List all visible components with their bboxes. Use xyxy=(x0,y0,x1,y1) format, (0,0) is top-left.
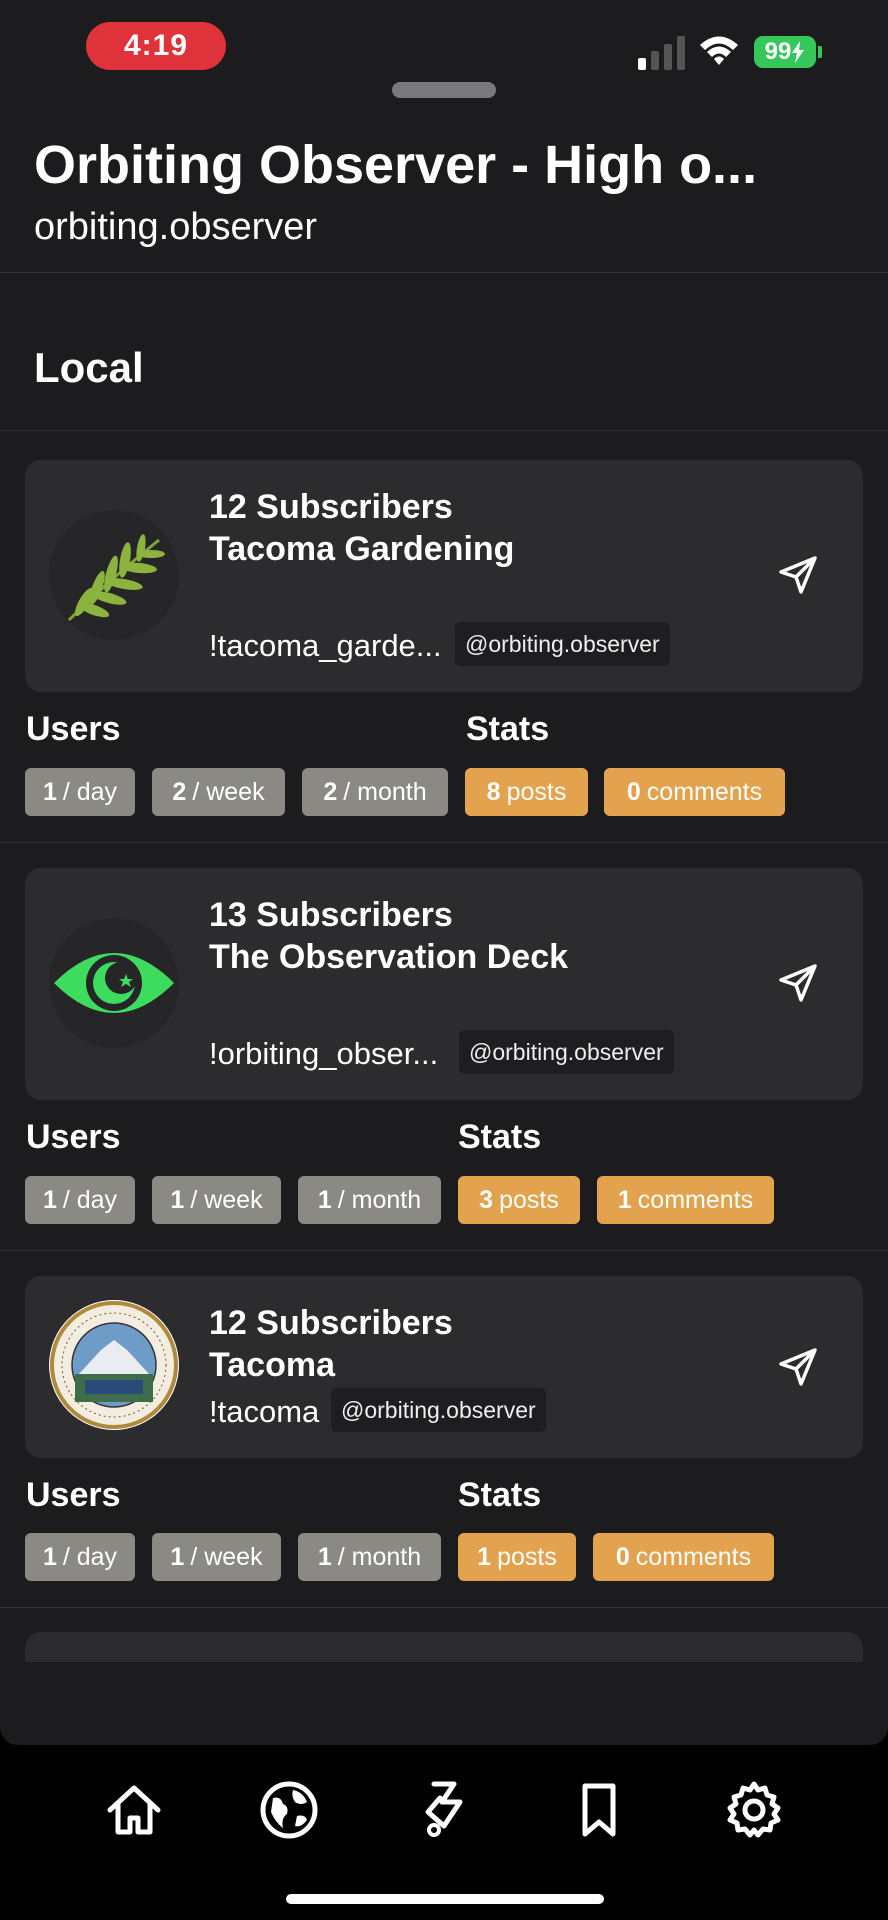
explore-icon[interactable] xyxy=(414,1780,474,1840)
eye-logo-image xyxy=(54,953,174,1013)
community-name: Tacoma xyxy=(209,1346,335,1384)
users-month-chip: 1/ month xyxy=(298,1176,441,1224)
cellular-signal-icon xyxy=(638,36,685,70)
send-icon[interactable] xyxy=(777,962,819,1004)
wifi-icon xyxy=(700,36,738,65)
users-week-chip: 1/ week xyxy=(152,1533,281,1581)
section-divider xyxy=(0,430,888,431)
stats-label: Stats xyxy=(458,1118,542,1156)
posts-chip: 1 posts xyxy=(458,1533,576,1581)
subscriber-count: 13 Subscribers xyxy=(209,896,453,934)
header-divider xyxy=(0,272,888,273)
community-name: The Observation Deck xyxy=(209,938,569,976)
subscriber-count: 12 Subscribers xyxy=(209,488,453,526)
community-card[interactable]: 13 Subscribers The Observation Deck !orb… xyxy=(25,868,863,1100)
community-handle: !tacoma_garde... xyxy=(209,628,442,663)
app-screen: 4:19 99 Orbiting Observer - High o... or… xyxy=(0,0,888,1920)
subscriber-count: 12 Subscribers xyxy=(209,1304,453,1342)
city-seal-image xyxy=(50,1301,178,1429)
posts-chip: 3 posts xyxy=(458,1176,580,1224)
users-month-chip: 2/ month xyxy=(302,768,448,816)
battery-level: 99 xyxy=(764,38,792,65)
section-title: Local xyxy=(34,344,144,391)
list-clip xyxy=(0,1662,888,1745)
comments-chip: 0 comments xyxy=(604,768,785,816)
send-icon[interactable] xyxy=(777,554,819,596)
send-icon[interactable] xyxy=(777,1346,819,1388)
community-avatar xyxy=(49,1300,179,1430)
community-avatar xyxy=(49,510,179,640)
page-title: Orbiting Observer - High o... xyxy=(34,135,758,195)
battery-cap xyxy=(818,46,822,58)
sheet-grabber[interactable] xyxy=(392,82,496,98)
bookmark-icon[interactable] xyxy=(569,1780,629,1840)
community-separator xyxy=(0,1250,888,1251)
battery-indicator: 99 xyxy=(754,36,816,68)
community-name: Tacoma Gardening xyxy=(209,530,515,568)
users-label: Users xyxy=(26,1118,121,1156)
home-icon[interactable] xyxy=(104,1780,164,1840)
instance-domain: orbiting.observer xyxy=(34,206,318,248)
globe-icon[interactable] xyxy=(259,1780,319,1840)
comments-chip: 0 comments xyxy=(593,1533,774,1581)
users-month-chip: 1/ month xyxy=(298,1533,441,1581)
instance-tag: @orbiting.observer xyxy=(459,1030,674,1074)
community-separator xyxy=(0,842,888,843)
gear-icon[interactable] xyxy=(724,1780,784,1840)
users-label: Users xyxy=(26,1476,121,1514)
community-handle: !orbiting_obser... xyxy=(209,1036,439,1071)
instance-tag: @orbiting.observer xyxy=(331,1388,546,1432)
stats-label: Stats xyxy=(466,710,550,748)
status-time: 4:19 xyxy=(86,22,226,70)
users-day-chip: 1/ day xyxy=(25,768,135,816)
instance-tag: @orbiting.observer xyxy=(455,622,670,666)
community-card[interactable]: 12 Subscribers Tacoma !tacoma @orbiting.… xyxy=(25,1276,863,1458)
community-avatar xyxy=(49,918,179,1048)
users-day-chip: 1/ day xyxy=(25,1533,135,1581)
posts-chip: 8 posts xyxy=(465,768,588,816)
instance-sheet: 4:19 99 Orbiting Observer - High o... or… xyxy=(0,0,888,1745)
stats-label: Stats xyxy=(458,1476,542,1514)
users-week-chip: 2/ week xyxy=(152,768,285,816)
users-week-chip: 1/ week xyxy=(152,1176,281,1224)
users-label: Users xyxy=(26,710,121,748)
fern-image xyxy=(67,534,165,622)
users-day-chip: 1/ day xyxy=(25,1176,135,1224)
community-card[interactable]: 12 Subscribers Tacoma Gardening !tacoma_… xyxy=(25,460,863,692)
comments-chip: 1 comments xyxy=(597,1176,774,1224)
charging-bolt-icon xyxy=(792,41,805,63)
community-separator xyxy=(0,1607,888,1608)
community-handle: !tacoma xyxy=(209,1394,320,1429)
home-indicator[interactable] xyxy=(286,1894,604,1904)
